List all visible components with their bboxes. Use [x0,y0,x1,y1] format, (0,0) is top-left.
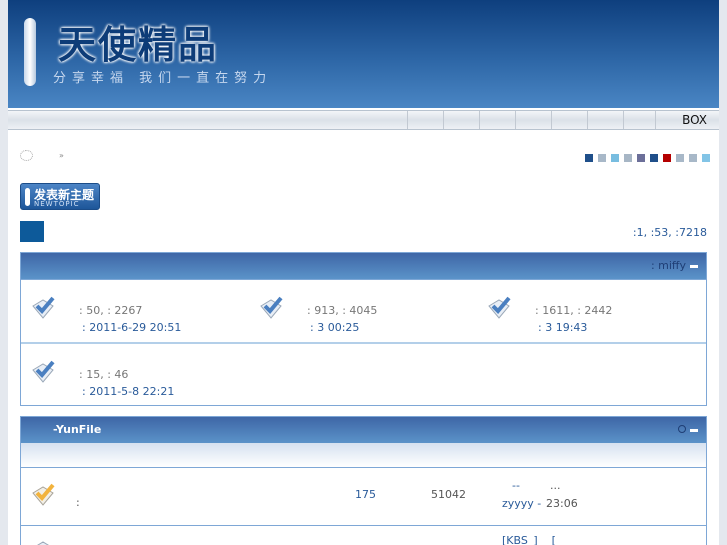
rss-block[interactable] [20,221,44,242]
collapse-icon[interactable] [690,428,698,432]
header-banner: 天使精品 分享幸福 我们一直在努力 [8,0,719,108]
forum-counts: : 50, : 2267 [79,304,143,317]
forum-row: : 15, : 46 : 2011-5-8 22:21 [21,342,706,405]
forum-row: : 175 51042 -- ... zyyyy - 23:06 [21,467,706,525]
forum-cell[interactable]: : 50, : 2267 : 2011-6-29 20:51 [21,280,249,343]
forum-new-icon [32,483,55,506]
forum-counts: : 15, : 46 [79,368,129,381]
forum-cell[interactable]: : 1611, : 2442 : 3 19:43 [477,280,705,343]
nav-item[interactable] [407,111,443,129]
forum-posts: 51042 [431,488,466,501]
site-tagline: 分享幸福 我们一直在努力 [53,71,273,86]
nav-item[interactable] [479,111,515,129]
top-nav: BOX [8,110,719,130]
breadcrumb-sep: » [59,151,64,160]
forum-row: : 50, : 2267 : 2011-6-29 20:51 : 913, : 4… [21,279,706,342]
last-post-more: ... [550,479,561,492]
category-title[interactable]: -YunFile [53,423,101,436]
theme-switcher [585,154,710,162]
moderator[interactable]: : miffy [651,259,686,272]
theme-swatch[interactable] [585,154,593,162]
forum-check-icon [488,296,511,319]
theme-swatch[interactable] [689,154,697,162]
home-icon[interactable] [20,149,33,161]
forum-check-icon [37,541,49,545]
collapse-icon[interactable] [690,264,698,268]
new-topic-button[interactable]: 发表新主题 NEWTOPIC [20,183,100,210]
theme-swatch[interactable] [702,154,710,162]
forum-counts: : 913, : 4045 [307,304,378,317]
button-pill [25,188,30,206]
forum-counts: : 1611, : 2442 [535,304,613,317]
last-post-title[interactable]: [KBS_] [ [502,534,556,545]
forum-cell[interactable]: : 913, : 4045 : 3 00:25 [249,280,477,343]
last-post-title[interactable]: -- [512,479,520,492]
breadcrumb: » [20,148,64,161]
logo-bar [24,18,36,86]
nav-item[interactable] [443,111,479,129]
forum-last-post[interactable]: : 2011-6-29 20:51 [82,321,181,334]
forum-check-icon [32,296,55,319]
category-header: : miffy [21,253,706,279]
theme-swatch[interactable] [598,154,606,162]
theme-swatch[interactable] [663,154,671,162]
forum-cell[interactable]: : 15, : 46 : 2011-5-8 22:21 [21,344,249,407]
forum-last-post[interactable]: : 3 19:43 [538,321,587,334]
forum-last-post[interactable]: : 3 00:25 [310,321,359,334]
nav-item[interactable] [551,111,587,129]
nav-item[interactable] [587,111,623,129]
theme-swatch[interactable] [637,154,645,162]
theme-swatch[interactable] [624,154,632,162]
last-post-user[interactable]: zyyyy - [502,497,541,510]
last-post-time: 23:06 [546,497,578,510]
nav-item[interactable] [515,111,551,129]
forum-last-post[interactable]: : 2011-5-8 22:21 [82,385,174,398]
category-header: -YunFile [21,417,706,443]
theme-swatch[interactable] [650,154,658,162]
forum-stats: :1, :53, :7218 [632,226,707,239]
forum-check-icon [32,360,55,383]
nav-item[interactable] [623,111,655,129]
nav-box[interactable]: BOX [655,111,719,129]
theme-swatch[interactable] [676,154,684,162]
theme-swatch[interactable] [611,154,619,162]
page: 天使精品 分享幸福 我们一直在努力 BOX » 发表新主题 NEWTOPIC :… [8,0,719,545]
category-2: -YunFile : 175 51042 -- ... zyyyy - 23:0… [20,416,707,545]
search-icon[interactable] [678,425,686,433]
category-1: : miffy : 50, : 2267 : 2011-6-29 20:51 : … [20,252,707,406]
forum-check-icon [260,296,283,319]
forum-row: [KBS_] [ [21,525,706,545]
forum-desc: : [76,496,80,509]
new-topic-sublabel: NEWTOPIC [34,200,80,208]
column-header [21,443,706,467]
site-logo[interactable]: 天使精品 [58,14,218,69]
forum-topics: 175 [355,488,376,501]
